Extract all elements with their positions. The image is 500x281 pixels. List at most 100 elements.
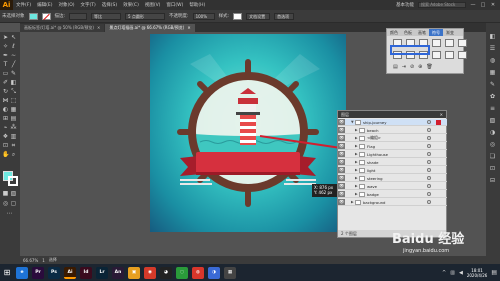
symbol-cell[interactable] [458, 51, 467, 59]
brush-dropdown[interactable]: 5 点圆形 [125, 12, 166, 20]
style-swatch[interactable] [233, 12, 243, 20]
eraser-tool-icon[interactable]: ◧ [10, 79, 17, 86]
notification-icon[interactable]: ▤ [491, 269, 497, 276]
layer-row[interactable]: 👁 ▶ light [338, 167, 447, 174]
target-circle-icon[interactable] [427, 176, 431, 180]
document-setup-button[interactable]: 文档设置 [246, 12, 271, 20]
target-circle-icon[interactable] [427, 192, 431, 196]
visibility-eye-icon[interactable]: 👁 [338, 127, 345, 133]
layer-row[interactable]: 👁 ▶ <编组> [338, 135, 447, 142]
gradient-icon[interactable]: ▧ [489, 117, 496, 124]
magic-wand-tool-icon[interactable]: ✧ [2, 43, 9, 50]
taskbar-app-indesign[interactable]: Id [80, 266, 92, 279]
menu-window[interactable]: 窗口(W) [163, 2, 186, 8]
visibility-eye-icon[interactable]: 👁 [338, 159, 345, 165]
symbol-cell[interactable] [432, 39, 441, 47]
stroke-color-icon[interactable] [8, 176, 18, 186]
place-symbol-icon[interactable]: ⇥ [402, 64, 406, 70]
zoom-level-field[interactable]: 66.67% [23, 258, 38, 263]
selection-indicator[interactable] [436, 119, 441, 125]
taskbar-app-misc-icon[interactable]: ▦ [224, 266, 236, 279]
taskbar-app-illustrator[interactable]: Ai [64, 266, 76, 279]
blend-tool-icon[interactable]: ⁂ [10, 124, 17, 131]
opacity-field[interactable]: 100% [192, 12, 215, 20]
layer-row[interactable]: 👁 ▶ beach [338, 127, 447, 134]
taskbar-app-qq-icon[interactable]: ◕ [160, 266, 172, 279]
shaper-tool-icon[interactable]: ✐ [2, 79, 9, 86]
symbol-cell[interactable] [445, 39, 454, 47]
break-link-icon[interactable]: ⊘ [410, 64, 414, 70]
layer-row[interactable]: 👁 ▶ Flag [338, 143, 447, 150]
color-mode-icon[interactable]: ■ [2, 190, 9, 197]
zoom-tool-icon[interactable]: ⌕ [10, 151, 17, 158]
taskbar-app-chrome-icon[interactable]: ◍ [192, 266, 204, 279]
menu-object[interactable]: 对象(O) [55, 2, 77, 8]
draw-mode-icon[interactable]: ◎ [2, 200, 9, 207]
visibility-eye-icon[interactable]: 👁 [338, 135, 345, 141]
target-circle-icon[interactable] [427, 168, 431, 172]
taskbar-app-lightroom[interactable]: Lr [96, 266, 108, 279]
artboards-icon[interactable]: ⊡ [489, 165, 496, 172]
layer-row[interactable]: 👁 ▶ Lighthouse [338, 151, 447, 158]
fill-swatch[interactable] [28, 12, 38, 20]
column-graph-tool-icon[interactable]: ▥ [10, 133, 17, 140]
target-circle-icon[interactable] [427, 200, 431, 204]
width-tool-icon[interactable]: ⋈ [2, 97, 9, 104]
layers-close-icon[interactable]: ✕ [440, 111, 446, 118]
lasso-tool-icon[interactable]: ℓ [10, 43, 17, 50]
menu-edit[interactable]: 编辑(E) [34, 2, 55, 8]
pen-tool-icon[interactable]: ✒ [2, 52, 9, 59]
screen-mode-icon[interactable]: ▢ [10, 200, 17, 207]
layer-row[interactable]: 👁 ▼ ship-journey [338, 119, 447, 126]
visibility-eye-icon[interactable]: 👁 [338, 191, 345, 197]
maximize-button[interactable]: □ [480, 2, 486, 8]
new-symbol-icon[interactable]: ⊕ [418, 64, 422, 70]
menu-effect[interactable]: 效果(C) [120, 2, 142, 8]
visibility-eye-icon[interactable]: 👁 [338, 119, 345, 125]
tab-gradient[interactable]: 渐变 [443, 29, 457, 36]
target-circle-icon[interactable] [427, 152, 431, 156]
taskbar-app-ie[interactable]: e [16, 266, 28, 279]
symbol-cell[interactable] [432, 51, 441, 59]
delete-symbol-icon[interactable]: 🗑 [426, 64, 432, 70]
preferences-button[interactable]: 首选项 [274, 12, 295, 20]
curvature-tool-icon[interactable]: ∼ [10, 52, 17, 59]
symbol-cell[interactable] [458, 39, 467, 47]
taskbar-app-browser-icon[interactable]: ◑ [208, 266, 220, 279]
layer-row[interactable]: 👁 ▶ shade [338, 159, 447, 166]
symbol-library-icon[interactable]: ▤ [393, 64, 398, 70]
tab-close-icon[interactable]: ✕ [97, 24, 100, 32]
tab-symbols[interactable]: 符号 [429, 29, 443, 36]
stroke-icon[interactable]: ≡ [489, 105, 496, 112]
variable-width-dropdown[interactable]: 等比 [91, 12, 122, 20]
symbol-sprayer-tool-icon[interactable]: ❖ [2, 133, 9, 140]
gradient-tool-icon[interactable]: ▤ [10, 115, 17, 122]
tab-document-1[interactable]: 画板标签/灯塔.ai* @ 50% (RGB/预览) ✕ [20, 24, 105, 32]
tab-brushes[interactable]: 画笔 [415, 29, 429, 36]
tab-swatches[interactable]: 色板 [401, 29, 415, 36]
taskbar-app-animate[interactable]: An [112, 266, 124, 279]
target-circle-icon[interactable] [427, 184, 431, 188]
stroke-weight-field[interactable] [69, 12, 88, 20]
more-tools-icon[interactable]: ⋯ [6, 210, 13, 217]
taskbar-app-wechat-icon[interactable]: ◌ [176, 266, 188, 279]
visibility-eye-icon[interactable]: 👁 [338, 143, 345, 149]
libraries-icon[interactable]: ☰ [489, 45, 496, 52]
symbols-icon[interactable]: ✿ [489, 93, 496, 100]
slice-tool-icon[interactable]: ⌗ [10, 142, 17, 149]
volume-icon[interactable]: ◀ [459, 270, 463, 276]
menu-view[interactable]: 视图(V) [142, 2, 164, 8]
menu-select[interactable]: 选择(S) [99, 2, 120, 8]
stroke-swatch[interactable] [41, 12, 51, 20]
layer-row[interactable]: 👁 ▶ wave [338, 183, 447, 190]
taskbar-app-photoshop[interactable]: Ps [48, 266, 60, 279]
menu-type[interactable]: 文字(T) [78, 2, 99, 8]
hand-tool-icon[interactable]: ✋ [2, 151, 9, 158]
tab-close-icon[interactable]: ✕ [187, 24, 190, 32]
workspace-switcher[interactable]: 基本功能 [396, 2, 414, 8]
visibility-eye-icon[interactable]: 👁 [338, 167, 345, 173]
system-clock[interactable]: 18:01 2020/4/26 [467, 268, 488, 278]
rectangle-tool-icon[interactable]: ▭ [2, 70, 9, 77]
transparency-icon[interactable]: ◑ [489, 129, 496, 136]
artboard-navigation-field[interactable]: 1 [42, 258, 45, 263]
